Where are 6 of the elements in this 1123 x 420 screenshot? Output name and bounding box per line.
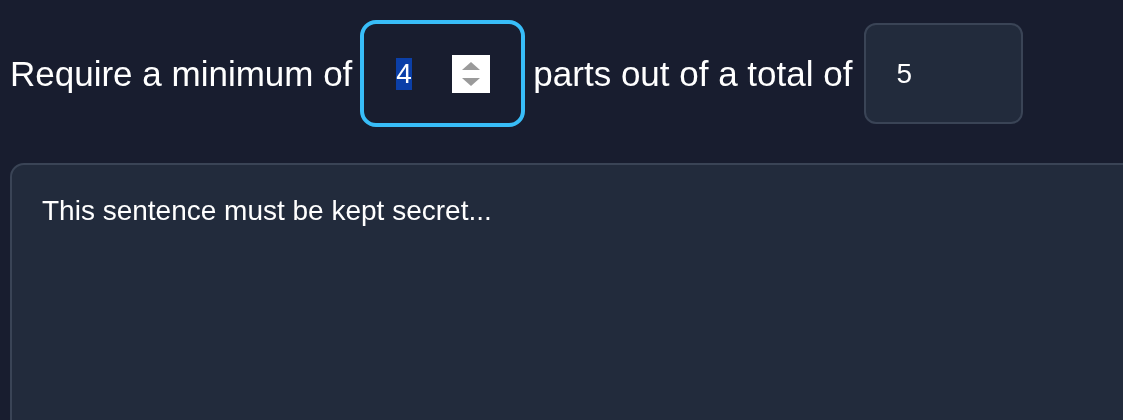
total-label: parts out of a total of: [533, 53, 853, 94]
minimum-number-field[interactable]: 4: [360, 20, 526, 127]
total-number-field[interactable]: 5: [864, 23, 1024, 124]
minimum-label: Require a minimum of: [10, 53, 353, 94]
secret-text-area[interactable]: This sentence must be kept secret...: [10, 163, 1123, 420]
spinner-arrows-icon[interactable]: [451, 54, 490, 93]
